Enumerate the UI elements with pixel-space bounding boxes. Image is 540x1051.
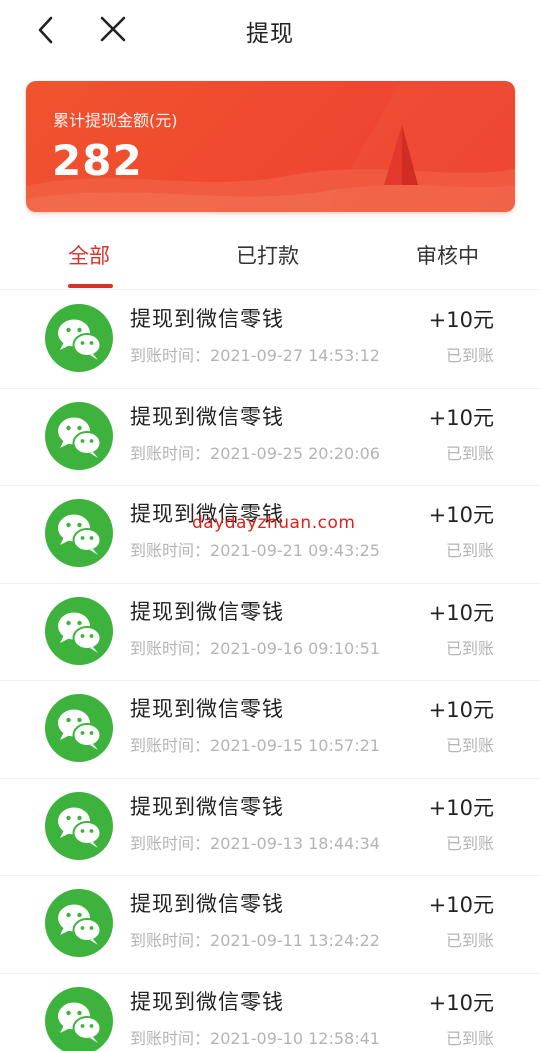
wechat-icon [45,596,113,665]
list-item[interactable]: 提现到微信零钱 到账时间：2021-09-27 14:53:12 +10元 已到… [0,291,540,389]
record-time: 到账时间：2021-09-25 20:20:06 [130,440,380,464]
record-title: 提现到微信零钱 [130,989,284,1014]
list-item[interactable]: 提现到微信零钱 到账时间：2021-09-10 12:58:41 +10元 已到… [0,974,540,1051]
record-status: 已到账 [445,638,494,658]
record-status: 已到账 [445,833,494,853]
record-status: 已到账 [445,736,494,755]
page-title: 提现 [246,21,294,47]
record-time-value: 2021-09-10 12:58:41 [210,1028,380,1048]
record-time-value: 2021-09-11 13:24:22 [210,931,380,950]
record-title: 提现到微信零钱 [130,697,284,721]
watermark-text: daydayzhuan.com [192,513,356,533]
record-time-label: 到账时间： [130,443,211,463]
record-time-label: 到账时间： [130,638,211,658]
record-status: 已到账 [445,1028,494,1048]
tab-reviewing[interactable]: 审核中 [416,240,479,270]
list-item[interactable]: 提现到微信零钱 到账时间：2021-09-13 18:44:34 +10元 已到… [0,779,540,876]
wechat-icon [45,304,113,372]
record-title: 提现到微信零钱 [130,794,284,819]
summary-amount: 282 [52,136,143,185]
record-status: 已到账 [445,443,494,463]
list-item[interactable]: 提现到微信零钱 到账时间：2021-09-15 10:57:21 +10元 已到… [0,681,540,779]
record-time-value: 2021-09-21 09:43:25 [210,541,380,560]
wechat-icon [45,986,113,1051]
filter-tabs: 全部 已打款 审核中 [0,232,540,290]
record-title: 提现到微信零钱 [130,307,284,331]
record-time-value: 2021-09-27 14:53:12 [210,346,380,365]
record-time-value: 2021-09-16 09:10:51 [210,638,380,658]
record-status: 已到账 [445,541,494,560]
record-status: 已到账 [445,931,494,950]
record-title: 提现到微信零钱 [130,404,284,429]
wechat-icon [45,499,113,567]
withdraw-record-list: 提现到微信零钱 到账时间：2021-09-27 14:53:12 +10元 已到… [0,291,540,1051]
record-time: 到账时间：2021-09-16 09:10:51 [130,635,380,659]
record-time-label: 到账时间： [130,1028,211,1048]
wechat-icon [45,889,113,957]
list-item[interactable]: 提现到微信零钱 到账时间：2021-09-16 09:10:51 +10元 已到… [0,584,540,681]
wechat-icon [45,401,113,470]
record-amount: +10元 [428,893,494,917]
record-time-label: 到账时间： [130,833,211,853]
record-status: 已到账 [445,346,494,365]
record-amount: +10元 [428,990,494,1015]
tab-all[interactable]: 全部 [68,240,110,270]
record-time-label: 到账时间： [130,541,211,560]
top-bar: 提现 [0,0,540,62]
record-time-label: 到账时间： [130,346,211,365]
record-time-label: 到账时间： [130,736,211,755]
record-time: 到账时间：2021-09-21 09:43:25 [130,537,380,561]
withdraw-summary-card: 累计提现金额(元) 282 [26,81,515,212]
record-time: 到账时间：2021-09-27 14:53:12 [130,342,380,366]
wechat-icon [45,694,113,762]
summary-label: 累计提现金额(元) [53,111,178,130]
record-amount: +10元 [428,405,494,430]
list-item[interactable]: 提现到微信零钱 到账时间：2021-09-21 09:43:25 +10元 已到… [0,486,540,584]
record-amount: +10元 [428,503,494,527]
record-time-value: 2021-09-25 20:20:06 [210,443,380,463]
active-tab-indicator [68,284,113,288]
wechat-icon [45,791,113,860]
record-title: 提现到微信零钱 [130,892,284,916]
record-time-value: 2021-09-13 18:44:34 [210,833,380,853]
record-time: 到账时间：2021-09-13 18:44:34 [130,830,380,854]
record-amount: +10元 [428,308,494,332]
tab-paid[interactable]: 已打款 [236,240,299,270]
record-time: 到账时间：2021-09-11 13:24:22 [130,927,380,951]
record-time-value: 2021-09-15 10:57:21 [210,736,380,755]
list-item[interactable]: 提现到微信零钱 到账时间：2021-09-11 13:24:22 +10元 已到… [0,876,540,974]
list-item[interactable]: 提现到微信零钱 到账时间：2021-09-25 20:20:06 +10元 已到… [0,389,540,486]
record-title: 提现到微信零钱 [130,599,284,624]
record-time: 到账时间：2021-09-10 12:58:41 [130,1025,380,1049]
record-amount: +10元 [428,795,494,820]
record-time-label: 到账时间： [130,931,211,950]
record-time: 到账时间：2021-09-15 10:57:21 [130,732,380,756]
record-amount: +10元 [428,698,494,722]
record-amount: +10元 [428,600,494,625]
